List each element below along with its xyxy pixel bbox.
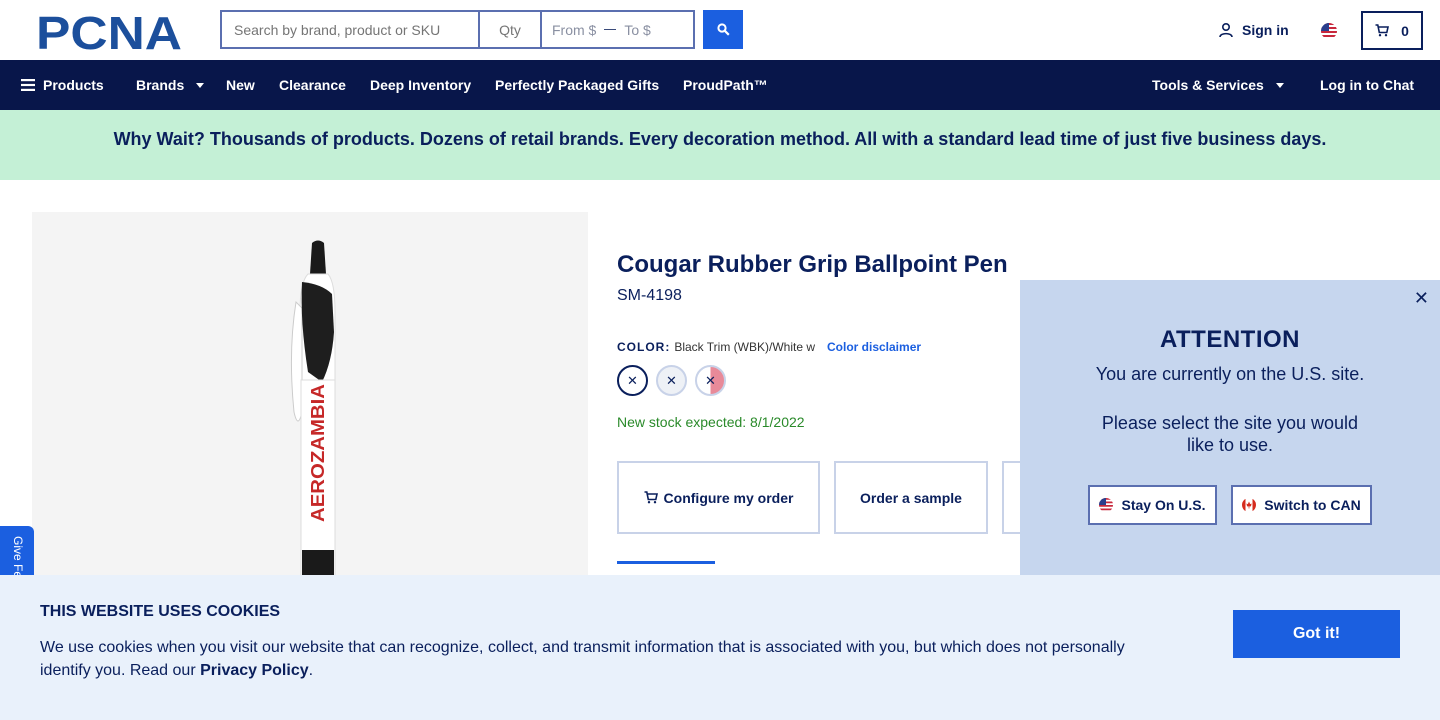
quantity-input[interactable] (478, 10, 540, 49)
order-sample-button[interactable]: Order a sample (834, 461, 988, 534)
attention-prompt: Please select the site you would like to… (1101, 413, 1359, 455)
search-bar: From $ To $ (220, 10, 743, 49)
nav-clearance[interactable]: Clearance (279, 77, 346, 93)
nav-brands[interactable]: Brands (136, 77, 205, 93)
cart-count: 0 (1401, 22, 1409, 39)
color-selector-label: COLOR: Black Trim (WBK)/White w Color di… (617, 340, 921, 354)
us-flag-icon[interactable] (1321, 23, 1337, 39)
nav-gifts-label: Perfectly Packaged Gifts (495, 77, 660, 93)
region-select-popup: ✕ ATTENTION You are currently on the U.S… (1020, 280, 1440, 576)
svg-text:PCNA: PCNA (36, 11, 182, 51)
price-range-dash (604, 28, 617, 31)
color-swatch-red[interactable]: ✕ (695, 365, 726, 396)
cookie-title: THIS WEBSITE USES COOKIES (40, 603, 281, 620)
promo-banner-text: Why Wait? Thousands of products. Dozens … (113, 129, 1327, 149)
configure-order-label: Configure my order (663, 489, 794, 506)
price-to-input[interactable]: To $ (624, 22, 650, 38)
stay-us-label: Stay On U.S. (1121, 497, 1206, 513)
nav-new[interactable]: New (226, 77, 255, 93)
sign-in-label: Sign in (1242, 22, 1289, 38)
cart-icon (1375, 24, 1390, 37)
product-title: Cougar Rubber Grip Ballpoint Pen (617, 251, 1008, 278)
search-button[interactable] (703, 10, 743, 49)
cookie-banner: THIS WEBSITE USES COOKIES We use cookies… (0, 575, 1440, 720)
privacy-policy-link[interactable]: Privacy Policy (200, 662, 309, 679)
nav-new-label: New (226, 77, 255, 93)
switch-can-label: Switch to CAN (1264, 497, 1361, 513)
nav-tools-services[interactable]: Tools & Services (1152, 77, 1284, 93)
nav-deep-inventory-label: Deep Inventory (370, 77, 472, 93)
promo-banner: Why Wait? Thousands of products. Dozens … (0, 110, 1440, 180)
cookie-end: . (308, 662, 314, 679)
user-icon (1219, 22, 1233, 38)
nav-tools-label: Tools & Services (1152, 77, 1264, 93)
chevron-down-icon (196, 82, 205, 88)
stay-us-button[interactable]: Stay On U.S. (1088, 485, 1217, 525)
cart-button[interactable]: 0 (1361, 11, 1423, 50)
nav-proudpath-label: ProudPath™ (683, 77, 768, 93)
close-icon[interactable]: ✕ (1414, 288, 1429, 309)
product-sku: SM-4198 (617, 287, 682, 304)
pcna-logo[interactable]: PCNA (36, 11, 184, 51)
cart-icon (644, 491, 658, 504)
color-label: COLOR: (617, 340, 671, 354)
color-value: Black Trim (WBK)/White w (674, 340, 815, 354)
sign-in-link[interactable]: Sign in (1218, 22, 1289, 38)
nav-products[interactable]: Products (21, 77, 104, 93)
price-from-input[interactable]: From $ (552, 22, 596, 38)
nav-brands-label: Brands (136, 77, 185, 93)
cookie-text: We use cookies when you visit our websit… (40, 636, 1150, 682)
order-sample-label: Order a sample (860, 489, 962, 506)
configure-order-button[interactable]: Configure my order (617, 461, 820, 534)
product-image[interactable]: AEROZAMBIA (32, 212, 588, 592)
nav-proudpath[interactable]: ProudPath™ (683, 77, 768, 93)
price-range: From $ To $ (540, 10, 695, 49)
feedback-label: Give Fe (11, 536, 25, 579)
swatch-close-icon: ✕ (666, 372, 677, 388)
chevron-down-icon (1275, 82, 1284, 88)
us-flag-icon (1099, 498, 1114, 512)
nav-clearance-label: Clearance (279, 77, 346, 93)
color-swatch-selected[interactable]: ✕ (617, 365, 648, 396)
site-header: PCNA From $ To $ Sign in (0, 0, 1440, 60)
nav-products-label: Products (43, 77, 104, 93)
nav-deep-inventory[interactable]: Deep Inventory (370, 77, 471, 93)
pen-illustration: AEROZAMBIA (290, 240, 336, 592)
swatch-close-icon: ✕ (705, 372, 716, 388)
search-input[interactable] (220, 10, 478, 49)
color-disclaimer-link[interactable]: Color disclaimer (827, 340, 921, 354)
nav-gifts[interactable]: Perfectly Packaged Gifts (495, 77, 659, 93)
cookie-accept-button[interactable]: Got it! (1233, 610, 1400, 658)
search-icon (716, 23, 730, 36)
nav-login-chat[interactable]: Log in to Chat (1320, 77, 1414, 93)
main-navigation: Products Brands New Clearance Deep Inven… (0, 60, 1440, 110)
attention-message: You are currently on the U.S. site. (1095, 364, 1365, 384)
canada-flag-icon (1242, 498, 1257, 512)
menu-icon (21, 79, 35, 91)
attention-title: ATTENTION (1159, 326, 1301, 353)
cookie-accept-label: Got it! (1292, 625, 1341, 642)
swatch-close-icon: ✕ (627, 372, 638, 388)
pen-imprint-text: AEROZAMBIA (308, 384, 328, 522)
color-swatch-white[interactable]: ✕ (656, 365, 687, 396)
stock-status: New stock expected: 8/1/2022 (617, 414, 805, 430)
active-tab-indicator (617, 561, 715, 564)
nav-chat-label: Log in to Chat (1320, 77, 1415, 93)
switch-can-button[interactable]: Switch to CAN (1231, 485, 1372, 525)
